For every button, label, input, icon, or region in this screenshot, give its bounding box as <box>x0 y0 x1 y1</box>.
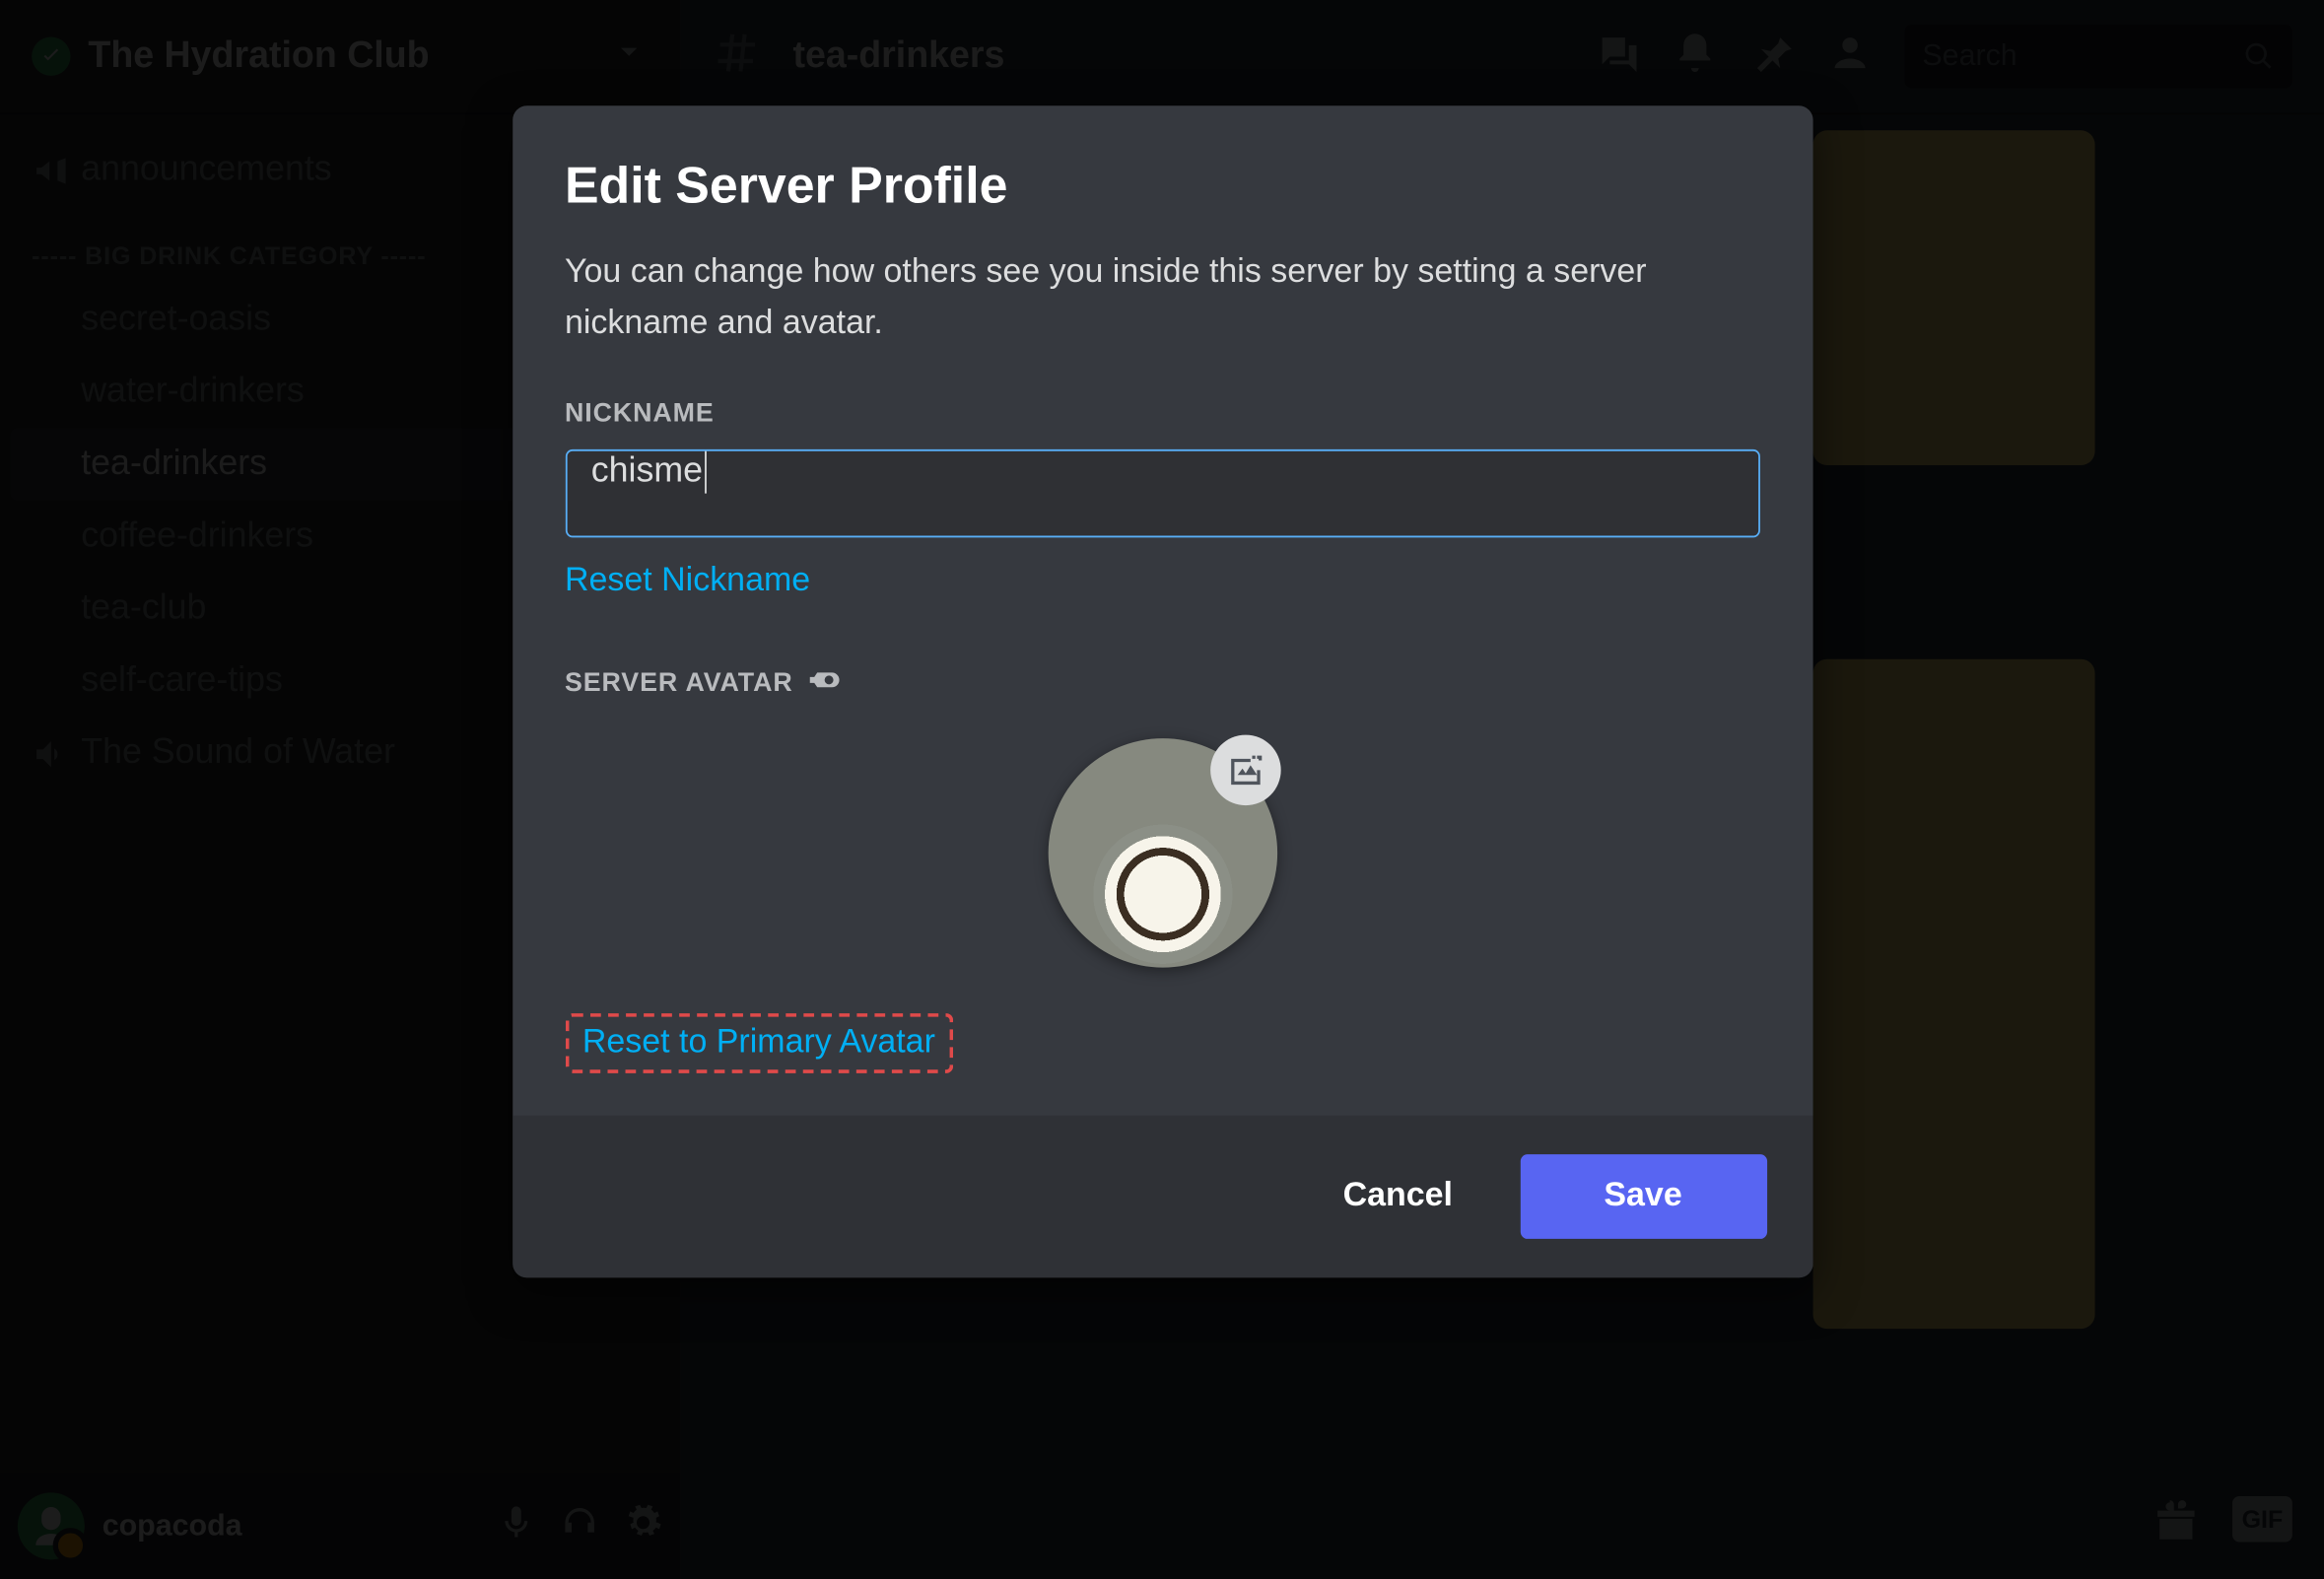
server-avatar-preview[interactable] <box>1048 738 1276 967</box>
annotation-highlight: Reset to Primary Avatar <box>565 1013 953 1073</box>
modal-description: You can change how others see you inside… <box>565 248 1759 349</box>
nitro-icon <box>807 660 843 703</box>
cancel-button[interactable]: Cancel <box>1294 1154 1503 1239</box>
reset-nickname-link[interactable]: Reset Nickname <box>565 562 810 600</box>
upload-image-icon[interactable] <box>1209 735 1280 806</box>
server-avatar-label: SERVER AVATAR <box>565 660 1759 703</box>
nickname-label: NICKNAME <box>565 398 1759 428</box>
nickname-input[interactable]: chisme <box>565 449 1759 537</box>
modal-overlay[interactable]: Edit Server Profile You can change how o… <box>0 0 2324 1579</box>
save-button[interactable]: Save <box>1520 1154 1766 1239</box>
modal-footer: Cancel Save <box>512 1116 1811 1277</box>
reset-avatar-link[interactable]: Reset to Primary Avatar <box>582 1024 935 1063</box>
modal-title: Edit Server Profile <box>565 159 1759 217</box>
text-caret <box>705 451 707 494</box>
nickname-value: chisme <box>591 451 703 490</box>
edit-server-profile-modal: Edit Server Profile You can change how o… <box>512 105 1811 1277</box>
